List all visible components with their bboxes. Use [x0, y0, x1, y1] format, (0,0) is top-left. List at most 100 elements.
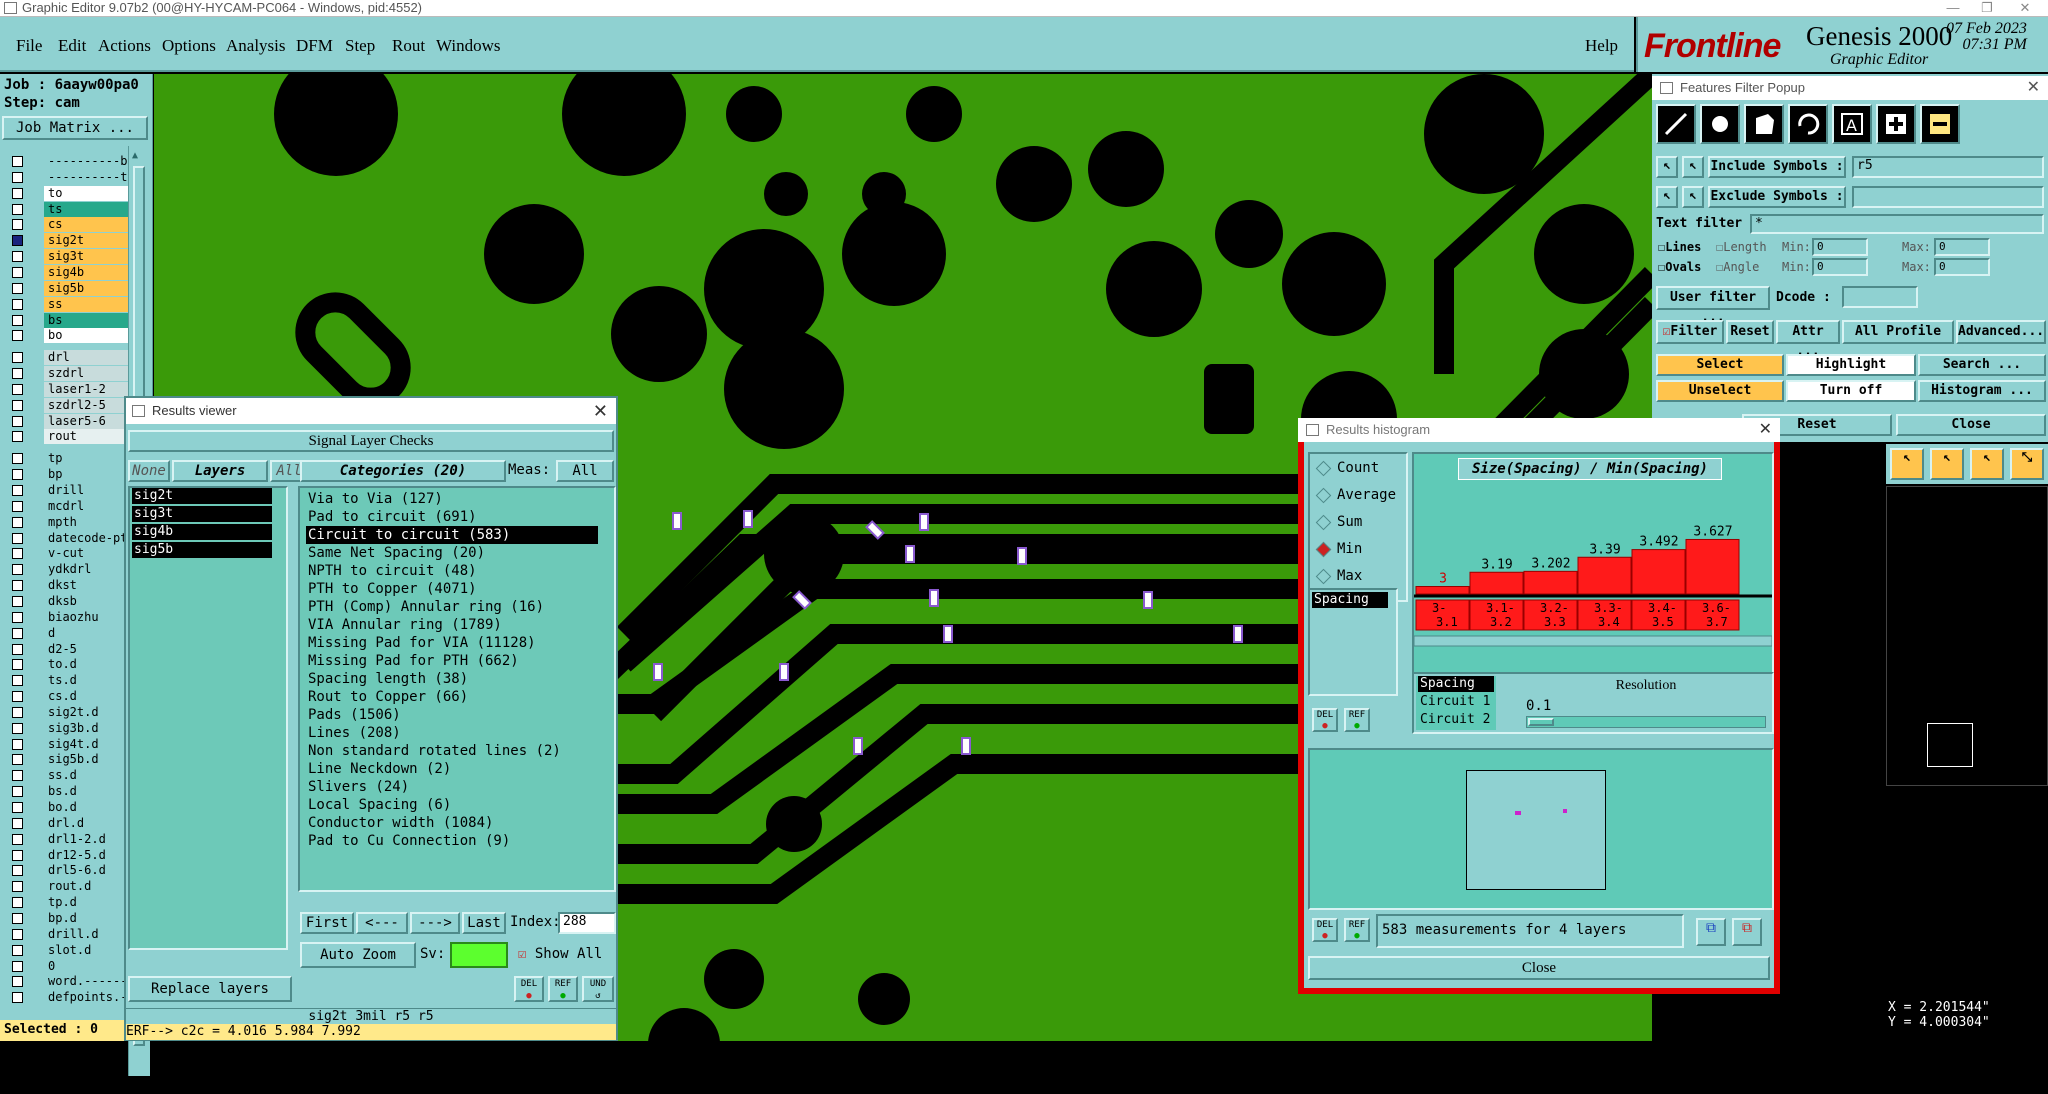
pad-tool-icon[interactable]: [1700, 104, 1740, 144]
category-item[interactable]: Pad to circuit (691): [306, 508, 479, 526]
und-button[interactable]: UND ↺: [582, 976, 614, 1002]
include-pick-icon[interactable]: ↖: [1682, 156, 1704, 178]
layer-name[interactable]: sig2t: [44, 233, 128, 249]
turn-off-button[interactable]: Turn off: [1786, 380, 1916, 402]
angle-checkbox[interactable]: ☐Angle: [1716, 260, 1759, 274]
export-icon[interactable]: ⧉: [1732, 918, 1762, 946]
layer-name[interactable]: mpth: [44, 514, 128, 530]
layer-row[interactable]: v-cut: [8, 546, 128, 562]
mode-radio-max[interactable]: Max: [1315, 568, 1362, 584]
zoom-fit-icon[interactable]: ⧉: [1696, 918, 1726, 946]
layer-name[interactable]: drl: [44, 350, 128, 366]
layer-name[interactable]: sig5b.d: [44, 752, 128, 768]
menu-analysis[interactable]: Analysis: [226, 36, 286, 56]
layer-name[interactable]: cs.d: [44, 689, 128, 705]
unselect-button[interactable]: Unselect: [1656, 380, 1784, 402]
replace-layers-dropdown[interactable]: Replace layers: [128, 976, 292, 1002]
layer-name[interactable]: ydkdrl: [44, 562, 128, 578]
layer-checkbox[interactable]: [12, 203, 23, 215]
layer-row[interactable]: sig4t.d: [8, 736, 128, 752]
layer-name[interactable]: slot.d: [44, 942, 128, 958]
layer-name[interactable]: 0: [44, 958, 128, 974]
histogram-bar[interactable]: [1469, 571, 1524, 595]
menu-dfm[interactable]: DFM: [296, 36, 333, 56]
categories-button[interactable]: Categories (20): [300, 460, 506, 482]
layer-name[interactable]: ----------b: [44, 154, 128, 169]
layer-row[interactable]: cs: [8, 217, 128, 233]
layer-name[interactable]: drl.d: [44, 815, 128, 831]
layer-checkbox[interactable]: [12, 802, 23, 813]
radio-icon[interactable]: [1315, 541, 1332, 557]
layers-list[interactable]: sig2t sig3t sig4b sig5b: [128, 486, 288, 950]
layer-name[interactable]: d2-5: [44, 641, 128, 657]
layer-row[interactable]: sig2t: [8, 233, 128, 249]
layer-checkbox[interactable]: [12, 912, 23, 924]
menu-rout[interactable]: Rout: [392, 36, 425, 56]
layer-checkbox[interactable]: [12, 897, 23, 909]
scroll-up-icon[interactable]: ▲: [132, 150, 138, 161]
overview-preview[interactable]: [1886, 486, 2048, 786]
layer-checkbox[interactable]: [12, 595, 23, 607]
layer-checkbox[interactable]: [12, 564, 23, 576]
layer-name[interactable]: szdrl2-5: [44, 397, 128, 413]
category-item[interactable]: Via to Via (127): [306, 490, 445, 508]
include-symbols-input[interactable]: r5: [1852, 156, 2044, 178]
list-item[interactable]: sig5b: [132, 542, 272, 558]
histogram-close-button[interactable]: Close: [1308, 956, 1770, 980]
layer-row[interactable]: ----------t: [8, 169, 128, 185]
layer-row[interactable]: to.d: [8, 657, 128, 673]
category-item[interactable]: Missing Pad for PTH (662): [306, 652, 521, 670]
layer-checkbox[interactable]: [12, 431, 23, 443]
layer-name[interactable]: rout.d: [44, 879, 128, 895]
menu-actions[interactable]: Actions: [98, 36, 151, 56]
exclude-arrow-icon[interactable]: ↖: [1656, 186, 1678, 208]
menu-options[interactable]: Options: [162, 36, 216, 56]
all-profile-dropdown[interactable]: All Profile: [1842, 320, 1954, 344]
minimize-button[interactable]: —: [1938, 0, 1968, 16]
layer-checkbox[interactable]: [12, 352, 23, 364]
layer-row[interactable]: datecode-pte: [8, 530, 128, 546]
layer-checkbox[interactable]: [12, 928, 23, 940]
histogram-scrollbar[interactable]: [1414, 635, 1772, 647]
layer-checkbox[interactable]: [12, 643, 23, 655]
category-item[interactable]: Pads (1506): [306, 706, 403, 724]
histogram-bar[interactable]: [1415, 586, 1470, 595]
layer-checkbox[interactable]: [12, 368, 23, 380]
layer-name[interactable]: ss.d: [44, 768, 128, 784]
layer-row[interactable]: bo: [8, 328, 128, 344]
surface-tool-icon[interactable]: [1744, 104, 1784, 144]
meas-dropdown[interactable]: All: [556, 460, 614, 482]
length-min-input[interactable]: 0: [1812, 238, 1868, 256]
next-button[interactable]: --->: [410, 912, 460, 934]
layer-checkbox[interactable]: [12, 944, 23, 956]
layer-checkbox[interactable]: [12, 485, 23, 496]
auto-zoom-dropdown[interactable]: Auto Zoom: [300, 942, 416, 968]
minus-icon[interactable]: [1920, 104, 1960, 144]
search-button[interactable]: Search ...: [1918, 354, 2046, 376]
menu-edit[interactable]: Edit: [58, 36, 86, 56]
text-tool-icon[interactable]: A: [1832, 104, 1872, 144]
angle-max-input[interactable]: 0: [1934, 258, 1990, 276]
menu-step[interactable]: Step: [345, 36, 375, 56]
layer-row[interactable]: bp: [8, 467, 128, 483]
advanced-button[interactable]: Advanced...: [1956, 320, 2046, 344]
list-item[interactable]: sig3t: [132, 506, 272, 522]
layer-checkbox[interactable]: [12, 659, 23, 671]
histogram-bar[interactable]: [1523, 570, 1578, 595]
layer-name[interactable]: drill.d: [44, 926, 128, 942]
layer-name[interactable]: sig5b: [44, 280, 128, 296]
layer-checkbox[interactable]: [12, 627, 23, 639]
menu-windows[interactable]: Windows: [436, 36, 500, 56]
layer-checkbox[interactable]: [12, 786, 23, 798]
layer-row[interactable]: drl.d: [8, 815, 128, 831]
layer-row[interactable]: sig5b: [8, 280, 128, 296]
layer-checkbox[interactable]: [12, 415, 23, 427]
layer-row[interactable]: word.-------: [8, 974, 128, 990]
layer-name[interactable]: laser5-6: [44, 413, 128, 429]
layer-checkbox[interactable]: [12, 500, 23, 512]
layer-checkbox[interactable]: [12, 833, 23, 845]
layer-row[interactable]: rout.d: [8, 879, 128, 895]
del-button[interactable]: DEL ●: [514, 976, 544, 1002]
attr-button[interactable]: Attr ...: [1776, 320, 1840, 359]
layer-row[interactable]: drl5-6.d: [8, 863, 128, 879]
